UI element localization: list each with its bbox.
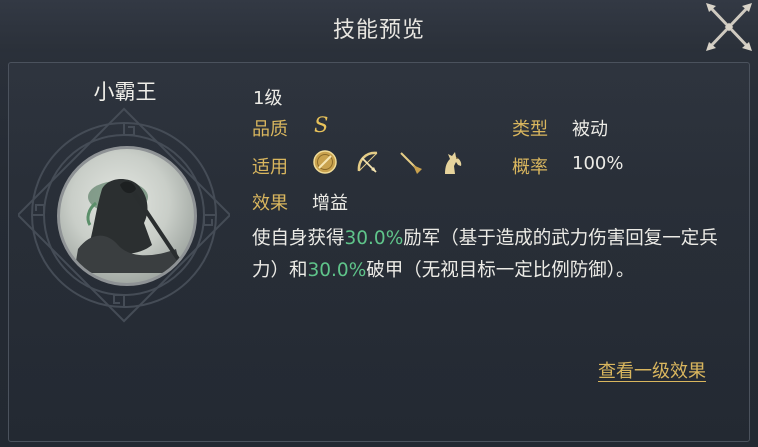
page-title: 技能预览 (332, 18, 425, 43)
type-value: 被动 (572, 119, 608, 140)
horse-icon (445, 152, 462, 174)
desc-text-3: 破甲（无视目标一定比例防御）。 (366, 260, 635, 281)
bow-icon (357, 151, 378, 173)
close-icon (706, 3, 752, 51)
close-button[interactable] (700, 0, 758, 56)
header-bar: 技能预览 (0, 0, 758, 52)
type-label: 类型 (512, 119, 548, 140)
spear-icon (400, 152, 422, 174)
desc-value-2: 30.0% (307, 260, 367, 281)
chance-label: 概率 (512, 157, 548, 178)
view-level-one-effect-link[interactable]: 查看一级效果 (598, 357, 706, 383)
effect-label: 效果 (252, 193, 288, 214)
shield-icon (313, 150, 337, 174)
applies-label: 适用 (252, 157, 288, 178)
quality-grade: S (314, 113, 329, 137)
hero-portrait (57, 146, 197, 286)
effect-value: 增益 (312, 193, 348, 214)
quality-label: 品质 (252, 119, 288, 140)
chance-value: 100% (572, 153, 624, 174)
skill-level: 1级 (253, 88, 283, 109)
hero-figure-image (74, 178, 182, 273)
desc-text-1: 使自身获得 (252, 228, 345, 249)
skill-description: 使自身获得30.0%励军（基于造成的武力伤害回复一定兵力）和30.0%破甲（无视… (252, 223, 732, 287)
skill-preview-panel: 技能预览 小霸王 1级 品质 S 类型 被动 适用 概率 100% 效果 增益 … (0, 0, 758, 447)
desc-value-1: 30.0% (344, 228, 404, 249)
hero-name: 小霸王 (93, 80, 157, 104)
